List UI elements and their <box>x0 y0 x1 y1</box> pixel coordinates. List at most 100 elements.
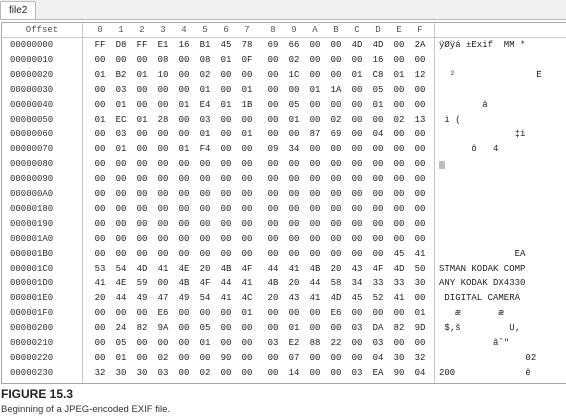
hex-byte[interactable]: 1C <box>287 70 301 82</box>
hex-byte[interactable]: 44 <box>266 264 280 276</box>
hex-byte[interactable]: 08 <box>198 55 212 67</box>
hex-byte[interactable]: 00 <box>392 55 406 67</box>
ascii-text[interactable]: STMAN KODAK COMP <box>439 264 563 276</box>
hex-byte[interactable]: 00 <box>413 338 427 350</box>
hex-byte[interactable]: F4 <box>198 144 212 156</box>
hex-byte[interactable]: 01 <box>114 353 128 365</box>
hex-byte[interactable]: 00 <box>287 234 301 246</box>
hex-byte[interactable]: 00 <box>114 189 128 201</box>
hex-body[interactable]: 00000000 FF D8 FF E1 16 B1 45 78 69 66 00 00 4D 4D 00 2A… <box>2 38 566 383</box>
hex-byte[interactable]: 00 <box>350 85 364 97</box>
hex-byte[interactable]: 03 <box>350 368 364 380</box>
hex-byte[interactable]: 16 <box>177 40 191 52</box>
hex-byte[interactable]: 00 <box>392 189 406 201</box>
hex-byte[interactable]: 01 <box>240 129 254 141</box>
hex-byte[interactable]: E1 <box>156 40 170 52</box>
hex-byte[interactable]: 00 <box>266 189 280 201</box>
hex-byte[interactable]: 00 <box>135 159 149 171</box>
hex-byte[interactable]: 00 <box>219 338 233 350</box>
hex-byte[interactable]: 1B <box>240 100 254 112</box>
hex-byte[interactable]: 00 <box>177 368 191 380</box>
hex-byte[interactable]: 41 <box>240 278 254 290</box>
hex-byte[interactable]: 43 <box>287 293 301 305</box>
hex-byte[interactable]: 02 <box>392 115 406 127</box>
hex-byte[interactable]: 00 <box>350 249 364 261</box>
hex-byte[interactable]: 00 <box>266 100 280 112</box>
hex-byte[interactable]: 33 <box>371 278 385 290</box>
hex-byte[interactable]: 00 <box>93 85 107 97</box>
tab-file2[interactable]: file2 <box>0 1 37 19</box>
hex-byte[interactable]: 00 <box>177 219 191 231</box>
hex-byte[interactable]: 14 <box>287 368 301 380</box>
hex-byte[interactable]: 82 <box>392 323 406 335</box>
hex-byte[interactable]: 00 <box>287 249 301 261</box>
hex-byte[interactable]: 4B <box>177 278 191 290</box>
hex-byte[interactable]: 03 <box>350 323 364 335</box>
hex-byte[interactable]: 00 <box>350 159 364 171</box>
hex-byte[interactable]: 41 <box>93 278 107 290</box>
hex-byte[interactable]: 00 <box>329 100 343 112</box>
hex-byte[interactable]: 00 <box>114 249 128 261</box>
hex-byte[interactable]: 00 <box>413 129 427 141</box>
hex-byte[interactable]: 10 <box>156 70 170 82</box>
hex-byte[interactable]: 00 <box>177 308 191 320</box>
hex-byte[interactable]: 02 <box>287 55 301 67</box>
hex-byte[interactable]: 00 <box>135 204 149 216</box>
hex-byte[interactable]: 44 <box>114 293 128 305</box>
hex-byte[interactable]: 01 <box>350 70 364 82</box>
hex-byte[interactable]: 00 <box>156 234 170 246</box>
hex-byte[interactable]: 02 <box>329 115 343 127</box>
hex-byte[interactable]: 30 <box>135 368 149 380</box>
hex-byte[interactable]: 00 <box>308 100 322 112</box>
hex-byte[interactable]: 00 <box>266 204 280 216</box>
hex-byte[interactable]: 00 <box>93 204 107 216</box>
hex-byte[interactable]: 00 <box>287 85 301 97</box>
hex-byte[interactable]: 00 <box>156 219 170 231</box>
hex-byte[interactable]: 00 <box>219 249 233 261</box>
hex-byte[interactable]: 4F <box>240 264 254 276</box>
hex-byte[interactable]: E6 <box>156 308 170 320</box>
hex-byte[interactable]: 30 <box>392 353 406 365</box>
hex-byte[interactable]: 00 <box>266 368 280 380</box>
hex-byte[interactable]: 53 <box>93 264 107 276</box>
hex-byte[interactable]: 00 <box>413 100 427 112</box>
hex-byte[interactable]: 00 <box>156 338 170 350</box>
hex-byte[interactable]: 08 <box>156 55 170 67</box>
hex-byte[interactable]: 00 <box>240 338 254 350</box>
hex-byte[interactable]: 01 <box>93 115 107 127</box>
hex-byte[interactable]: 00 <box>135 338 149 350</box>
hex-byte[interactable]: 4B <box>266 278 280 290</box>
hex-editor[interactable]: Offset 0123456789ABCDEF 00000000 FF D8 FF E1… <box>1 22 566 384</box>
hex-byte[interactable]: 00 <box>392 219 406 231</box>
hex-byte[interactable]: FF <box>135 40 149 52</box>
hex-byte[interactable]: 34 <box>350 278 364 290</box>
hex-byte[interactable]: 00 <box>329 323 343 335</box>
hex-byte[interactable]: 20 <box>198 264 212 276</box>
hex-byte[interactable]: 00 <box>308 55 322 67</box>
hex-byte[interactable]: 00 <box>177 189 191 201</box>
hex-byte[interactable]: 00 <box>413 293 427 305</box>
hex-byte[interactable]: 00 <box>135 85 149 97</box>
hex-byte[interactable]: 00 <box>350 189 364 201</box>
hex-byte[interactable]: 00 <box>413 219 427 231</box>
hex-byte[interactable]: 00 <box>308 353 322 365</box>
hex-byte[interactable]: 01 <box>219 55 233 67</box>
hex-byte[interactable]: 66 <box>287 40 301 52</box>
hex-byte[interactable]: 01 <box>93 70 107 82</box>
hex-byte[interactable]: 20 <box>93 293 107 305</box>
hex-byte[interactable]: 45 <box>219 40 233 52</box>
hex-byte[interactable]: 00 <box>287 174 301 186</box>
hex-byte[interactable]: 00 <box>287 204 301 216</box>
hex-byte[interactable]: 00 <box>219 219 233 231</box>
hex-byte[interactable]: 00 <box>156 100 170 112</box>
hex-byte[interactable]: 00 <box>114 219 128 231</box>
hex-byte[interactable]: 00 <box>413 85 427 97</box>
hex-byte[interactable]: 00 <box>329 204 343 216</box>
hex-byte[interactable]: 00 <box>219 159 233 171</box>
ascii-text[interactable]: 200 ê <box>439 368 563 380</box>
hex-byte[interactable]: 00 <box>350 129 364 141</box>
hex-byte[interactable]: 00 <box>329 40 343 52</box>
hex-byte[interactable]: 00 <box>392 159 406 171</box>
hex-byte[interactable]: 00 <box>114 174 128 186</box>
hex-byte[interactable]: 00 <box>156 174 170 186</box>
